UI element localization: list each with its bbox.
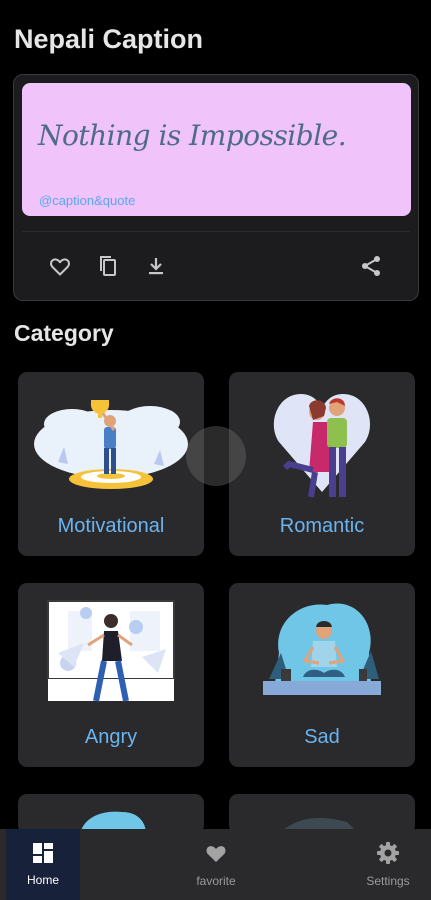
quote-card: Nothing is Impossible. @caption&quote <box>13 74 419 301</box>
category-label: Romantic <box>279 515 365 537</box>
share-icon <box>362 256 380 276</box>
category-label: Motivational <box>57 515 165 537</box>
angry-illustration <box>47 600 175 702</box>
app-title: Nepali Caption <box>14 24 204 54</box>
share-button[interactable] <box>357 252 385 280</box>
category-motivational[interactable]: Motivational <box>18 372 204 556</box>
category-angry[interactable]: Angry <box>18 583 204 767</box>
nav-home[interactable]: Home <box>6 829 80 900</box>
heart-icon <box>206 846 226 862</box>
download-button[interactable] <box>142 252 170 280</box>
quote-text: Nothing is Impossible. <box>38 119 347 152</box>
quote-handle: @caption&quote <box>39 193 136 208</box>
quote-image[interactable]: Nothing is Impossible. @caption&quote <box>22 83 411 216</box>
nav-settings[interactable]: Settings <box>350 829 426 900</box>
sad-illustration <box>263 603 381 695</box>
partial-illustration <box>279 818 359 834</box>
category-label: Angry <box>84 726 138 748</box>
romantic-illustration <box>273 394 371 498</box>
nav-label: favorite <box>196 874 236 888</box>
category-tile-partial[interactable] <box>18 794 204 834</box>
download-icon <box>149 258 163 275</box>
heart-outline-icon <box>50 258 70 276</box>
touch-ripple <box>186 426 246 486</box>
bottom-navigation: Home favorite Settings <box>0 829 431 900</box>
category-heading: Category <box>14 320 114 346</box>
copy-icon <box>100 256 116 276</box>
category-label: Sad <box>304 726 340 748</box>
nav-label: Settings <box>366 874 410 888</box>
favorite-button[interactable] <box>46 252 74 280</box>
category-tile-partial[interactable] <box>229 794 415 834</box>
nav-favorite[interactable]: favorite <box>176 829 256 900</box>
dashboard-icon <box>33 843 53 863</box>
category-sad[interactable]: Sad <box>229 583 415 767</box>
copy-button[interactable] <box>94 252 122 280</box>
partial-illustration <box>80 811 146 834</box>
gear-icon <box>377 842 399 864</box>
motivational-illustration <box>34 400 188 489</box>
category-romantic[interactable]: Romantic <box>229 372 415 556</box>
card-divider <box>22 231 410 232</box>
nav-label: Home <box>26 873 59 887</box>
